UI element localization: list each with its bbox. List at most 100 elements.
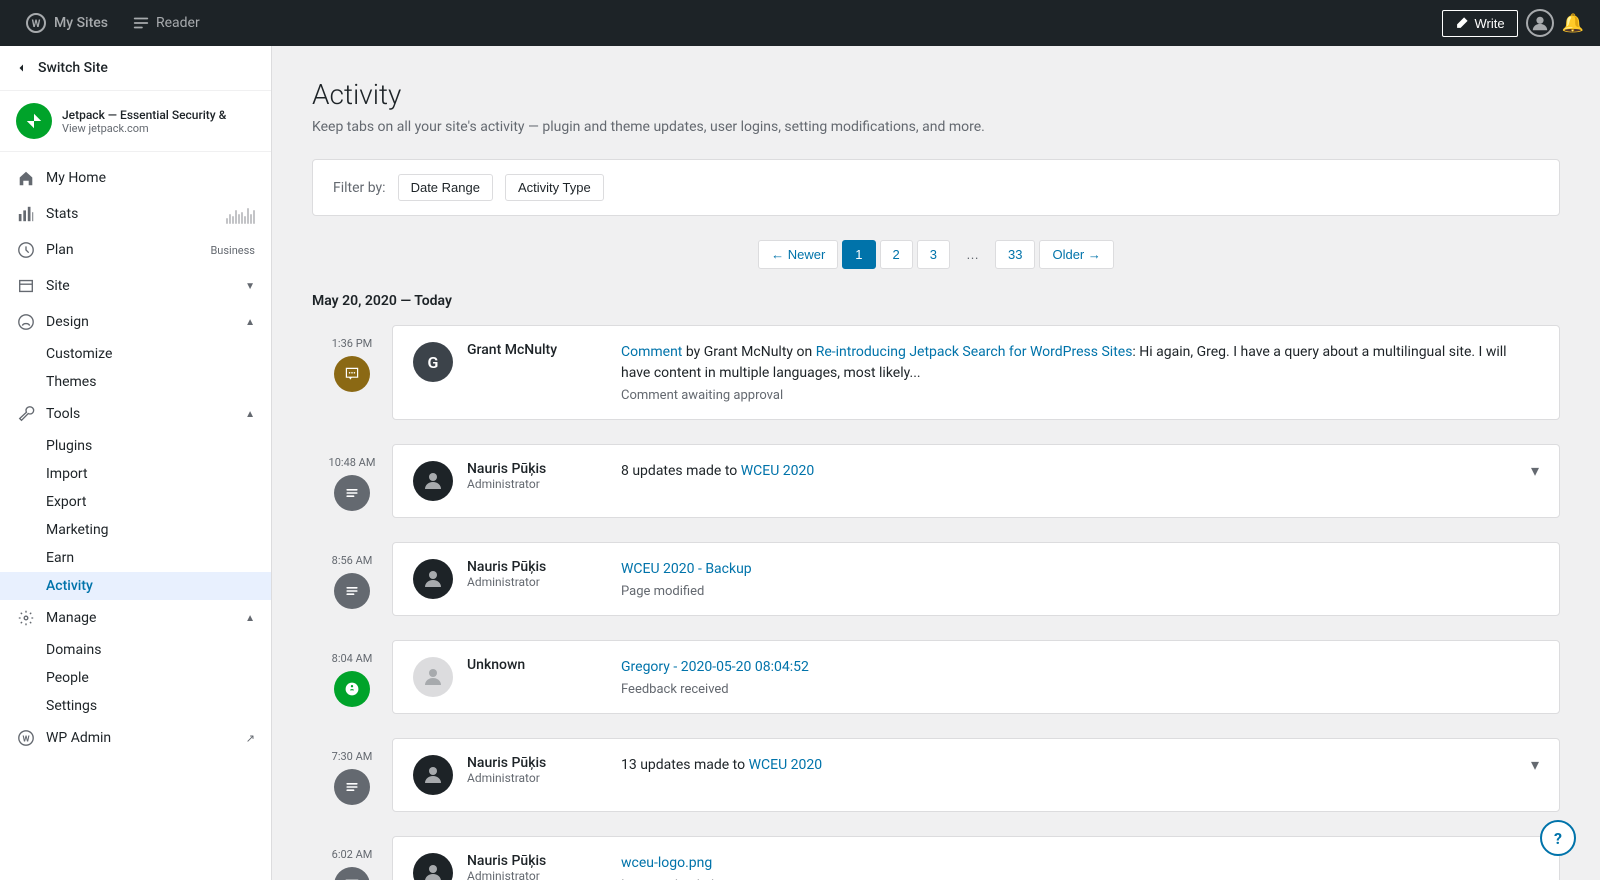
activity-detail-1: 8 updates made to WCEU 2020 — [621, 461, 1517, 482]
brand-text: Jetpack — Essential Security & View jetp… — [62, 108, 255, 135]
activity-icon-3 — [334, 671, 370, 707]
sidebar: Switch Site Jetpack — Essential Security… — [0, 46, 272, 880]
activity-row-2: 8:56 AM Nauris Pūķis Administrator — [312, 542, 1560, 628]
activity-icon-1 — [334, 475, 370, 511]
older-button[interactable]: Older → — [1039, 240, 1113, 269]
sidebar-item-tools[interactable]: Tools ▲ — [0, 396, 271, 432]
activity-text-3: Gregory - 2020-05-20 08:04:52 — [621, 657, 1539, 678]
reader-button[interactable]: Reader — [122, 10, 210, 36]
sidebar-item-design[interactable]: Design ▲ — [0, 304, 271, 340]
update-icon — [344, 485, 360, 501]
activity-row-0: 1:36 PM G Grant McNulty — [312, 325, 1560, 432]
page-title: Activity — [312, 78, 1560, 111]
sidebar-item-site[interactable]: Site ▼ — [0, 268, 271, 304]
avatar-nauris-5 — [413, 853, 453, 880]
activity-post-link-2[interactable]: WCEU 2020 - Backup — [621, 561, 752, 577]
page-33-button[interactable]: 33 — [995, 240, 1035, 269]
themes-label: Themes — [46, 374, 96, 390]
main-content: Activity Keep tabs on all your site's ac… — [272, 46, 1600, 880]
activity-post-link-1[interactable]: WCEU 2020 — [741, 463, 815, 479]
avatar-unknown — [413, 657, 453, 697]
activity-post-link-0[interactable]: Re-introducing Jetpack Search for WordPr… — [816, 344, 1133, 360]
activity-link-comment[interactable]: Comment — [621, 344, 682, 360]
role-2: Administrator — [467, 575, 607, 589]
date-range-filter[interactable]: Date Range — [398, 174, 493, 201]
tools-label: Tools — [46, 406, 235, 422]
sidebar-subitem-earn[interactable]: Earn — [0, 544, 271, 572]
site-chevron-icon: ▼ — [245, 281, 255, 292]
sidebar-subitem-export[interactable]: Export — [0, 488, 271, 516]
timeline-col-2: 8:56 AM — [312, 542, 392, 609]
sidebar-item-my-home[interactable]: My Home — [0, 160, 271, 196]
user-info-4: Nauris Pūķis Administrator — [467, 755, 607, 785]
write-button[interactable]: Write — [1442, 10, 1517, 37]
sidebar-item-wp-admin[interactable]: W WP Admin ↗ — [0, 720, 271, 756]
timeline-col-0: 1:36 PM — [312, 325, 392, 392]
expand-button-4[interactable]: ▾ — [1531, 755, 1539, 774]
activity-text-2: WCEU 2020 - Backup — [621, 559, 1539, 580]
page-2-button[interactable]: 2 — [880, 240, 913, 269]
topbar-right: Write 🔔 — [1442, 9, 1584, 37]
app-body: Switch Site Jetpack — Essential Security… — [0, 46, 1600, 880]
sidebar-subitem-people[interactable]: People — [0, 664, 271, 692]
activity-detail-0: Comment by Grant McNulty on Re-introduci… — [621, 342, 1539, 403]
role-4: Administrator — [467, 771, 607, 785]
sidebar-subitem-marketing[interactable]: Marketing — [0, 516, 271, 544]
activity-post-link-5[interactable]: wceu-logo.png — [621, 855, 712, 871]
nauris-avatar-icon-2 — [421, 567, 445, 591]
help-button[interactable]: ? — [1540, 820, 1576, 856]
my-sites-button[interactable]: W My Sites — [16, 9, 118, 37]
activity-text-0: Comment by Grant McNulty on Re-introduci… — [621, 342, 1539, 384]
activity-time-1: 10:48 AM — [329, 456, 376, 469]
role-1: Administrator — [467, 477, 607, 491]
switch-site-button[interactable]: Switch Site — [0, 46, 271, 91]
page-1-button[interactable]: 1 — [842, 240, 875, 269]
plan-label: Plan — [46, 242, 200, 258]
activity-detail-3: Gregory - 2020-05-20 08:04:52 Feedback r… — [621, 657, 1539, 697]
sidebar-subitem-activity[interactable]: Activity — [0, 572, 271, 600]
sidebar-item-stats[interactable]: Stats — [0, 196, 271, 232]
activity-time-0: 1:36 PM — [332, 337, 372, 350]
user-info-1: Nauris Pūķis Administrator — [467, 461, 607, 491]
sidebar-subitem-domains[interactable]: Domains — [0, 636, 271, 664]
comment-icon — [344, 366, 360, 382]
activity-meta-0: Comment awaiting approval — [621, 388, 1539, 403]
stats-mini-chart — [226, 204, 255, 224]
sidebar-subitem-settings[interactable]: Settings — [0, 692, 271, 720]
sidebar-item-manage[interactable]: Manage ▲ — [0, 600, 271, 636]
expand-button-1[interactable]: ▾ — [1531, 461, 1539, 480]
write-icon — [1455, 16, 1469, 30]
svg-text:W: W — [22, 734, 29, 744]
timeline-icon-wrap-2 — [334, 573, 370, 609]
filter-bar: Filter by: Date Range Activity Type — [312, 159, 1560, 216]
activity-list: 1:36 PM G Grant McNulty — [312, 325, 1560, 880]
activity-row-4: 7:30 AM Nauris Pūķis Administrator — [312, 738, 1560, 824]
sidebar-subitem-import[interactable]: Import — [0, 460, 271, 488]
activity-card-0: G Grant McNulty Comment by Grant McNulty… — [392, 325, 1560, 420]
activity-card-1: Nauris Pūķis Administrator 8 updates mad… — [392, 444, 1560, 518]
activity-type-filter[interactable]: Activity Type — [505, 174, 604, 201]
user-avatar[interactable] — [1526, 9, 1554, 37]
sidebar-subitem-customize[interactable]: Customize — [0, 340, 271, 368]
notifications-bell[interactable]: 🔔 — [1562, 13, 1584, 34]
plan-badge: Business — [210, 244, 255, 257]
activity-post-link-3[interactable]: Gregory - 2020-05-20 08:04:52 — [621, 659, 809, 675]
nauris-avatar-icon-4 — [421, 763, 445, 787]
topbar: W My Sites Reader Write 🔔 — [0, 0, 1600, 46]
back-arrow-icon — [16, 61, 30, 75]
avatar-grant: G — [413, 342, 453, 382]
sidebar-subitem-themes[interactable]: Themes — [0, 368, 271, 396]
role-5: Administrator — [467, 869, 607, 880]
unknown-avatar-icon — [421, 665, 445, 689]
sidebar-item-plan[interactable]: Plan Business — [0, 232, 271, 268]
activity-card-2: Nauris Pūķis Administrator WCEU 2020 - B… — [392, 542, 1560, 616]
tools-icon — [16, 404, 36, 424]
newer-button[interactable]: ← Newer — [758, 240, 838, 269]
user-info-0: Grant McNulty — [467, 342, 607, 358]
sidebar-subitem-plugins[interactable]: Plugins — [0, 432, 271, 460]
avatar-icon — [1531, 14, 1549, 32]
page-3-button[interactable]: 3 — [917, 240, 950, 269]
username-5: Nauris Pūķis — [467, 853, 607, 869]
activity-post-link-4[interactable]: WCEU 2020 — [749, 757, 823, 773]
username-2: Nauris Pūķis — [467, 559, 607, 575]
